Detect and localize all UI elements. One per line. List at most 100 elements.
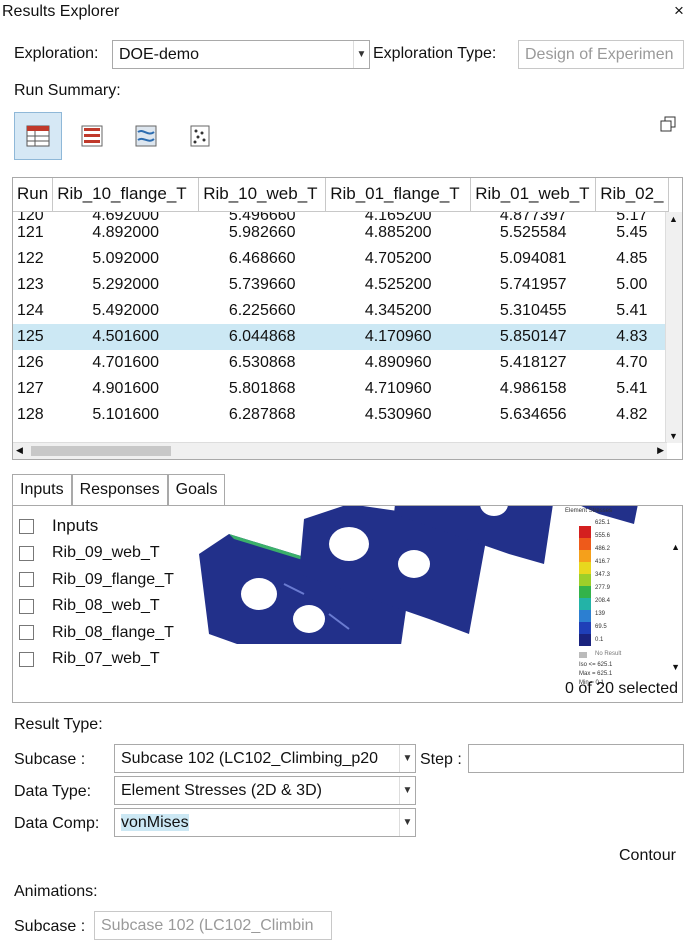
legend-swatch <box>579 598 591 610</box>
popout-button[interactable] <box>660 116 676 137</box>
table-cell: 4.82 <box>616 405 648 423</box>
table-cell: 4.986158 <box>499 379 567 397</box>
table-cell: 122 <box>17 249 44 267</box>
legend-swatch <box>579 550 591 562</box>
legend-value: 277.9 <box>595 585 611 591</box>
table-cell: 5.45 <box>616 223 648 241</box>
table-row[interactable]: 121 4.892000 5.982660 4.885200 5.525584 5.45 <box>13 220 668 246</box>
table-cell: 5.092000 <box>92 249 160 267</box>
inputs-header-row: Inputs <box>19 516 98 536</box>
table-cell: 5.850147 <box>470 323 596 350</box>
legend-value: 486.2 <box>595 546 611 552</box>
table-vertical-scrollbar[interactable]: ▲ ▼ <box>665 212 682 443</box>
subcase-select[interactable]: Subcase 102 (LC102_Climbing_p20 ▼ <box>114 744 416 773</box>
legend-value: 625.1 <box>595 520 611 526</box>
tab-goals[interactable]: Goals <box>167 474 226 506</box>
input-checkbox[interactable] <box>19 572 34 587</box>
table-cell: 128 <box>17 405 44 423</box>
table-cell: 5.00 <box>616 275 648 293</box>
column-header-rib10-web[interactable]: Rib_10_web_T <box>198 178 327 212</box>
legend-swatch <box>579 538 591 550</box>
input-checkbox[interactable] <box>19 625 34 640</box>
table-row[interactable]: 125 4.501600 6.044868 4.170960 5.850147 4.83 <box>13 323 669 350</box>
popout-icon <box>660 116 676 132</box>
legend-swatch <box>579 586 591 598</box>
table-row[interactable]: 123 5.292000 5.739660 4.525200 5.741957 5.00 <box>13 272 668 298</box>
chevron-down-icon: ▼ <box>399 809 415 836</box>
input-checkbox[interactable] <box>19 598 34 614</box>
table-cell: 5.101600 <box>92 405 160 423</box>
list-item[interactable]: Rib_07_web_T <box>19 650 160 668</box>
exploration-type-label: Exploration Type: <box>373 45 497 62</box>
table-cell: 5.525584 <box>499 223 567 241</box>
table-cell: 4.692000 <box>92 211 160 220</box>
subcase-value: Subcase 102 (LC102_Climbing_p20 <box>121 750 379 767</box>
table-cell: 5.801868 <box>228 379 296 397</box>
table-cell: 4.890960 <box>364 353 432 371</box>
table-cell: 5.310455 <box>499 301 567 319</box>
contour-button[interactable]: Contour <box>619 847 676 865</box>
legend-value: 347.3 <box>595 572 611 578</box>
table-horizontal-scrollbar[interactable]: ◀ ▶ <box>13 442 667 459</box>
legend-note-max: Max = 625.1 <box>579 671 613 677</box>
input-label: Rib_08_flange_T <box>52 623 174 641</box>
list-item[interactable]: Rib_09_web_T <box>19 544 160 562</box>
table-cell: 5.634656 <box>499 405 567 423</box>
table-cell: 4.710960 <box>364 379 432 397</box>
table-cell: 123 <box>17 275 44 293</box>
scroll-right-icon[interactable]: ▶ <box>657 445 664 456</box>
data-comp-label: Data Comp: <box>14 815 100 832</box>
scroll-thumb[interactable] <box>31 446 171 456</box>
input-checkbox[interactable] <box>19 545 34 561</box>
list-item[interactable]: Rib_08_flange_T <box>19 624 174 642</box>
scroll-left-icon[interactable]: ◀ <box>16 445 23 456</box>
input-checkbox[interactable] <box>19 651 34 667</box>
column-header-rib10-flange[interactable]: Rib_10_flange_T <box>52 178 200 212</box>
table-cell: 6.530868 <box>228 353 296 371</box>
inputs-scroll-down-icon[interactable]: ▼ <box>671 662 680 672</box>
scroll-up-icon[interactable]: ▲ <box>669 214 678 224</box>
scroll-down-icon[interactable]: ▼ <box>669 431 678 441</box>
column-header-run[interactable]: Run <box>13 178 54 212</box>
list-item[interactable]: Rib_08_web_T <box>19 597 160 615</box>
table-row[interactable]: 124 5.492000 6.225660 4.345200 5.310455 5.41 <box>13 298 668 324</box>
step-select[interactable] <box>468 744 684 773</box>
table-cell: 4.885200 <box>364 223 432 241</box>
animation-subcase-value: Subcase 102 (LC102_Climbin <box>101 917 314 934</box>
step-label: Step : <box>420 751 462 768</box>
table-cell: 4.530960 <box>364 405 432 423</box>
table-cell: 4.83 <box>595 323 669 350</box>
data-type-value: Element Stresses (2D & 3D) <box>121 782 322 799</box>
run-list-button[interactable] <box>68 112 116 160</box>
data-comp-select[interactable]: vonMises ▼ <box>114 808 416 837</box>
table-view-icon <box>26 125 50 147</box>
parallel-coords-icon <box>135 125 157 147</box>
legend-color-bar <box>579 526 591 646</box>
close-icon[interactable]: × <box>674 1 684 21</box>
table-row[interactable]: 126 4.701600 6.530868 4.890960 5.418127 4.70 <box>13 350 668 376</box>
input-label: Rib_08_web_T <box>52 597 160 614</box>
table-row[interactable]: 122 5.092000 6.468660 4.705200 5.094081 4.85 <box>13 246 668 272</box>
table-row[interactable]: 127 4.901600 5.801868 4.710960 4.986158 5.41 <box>13 376 668 402</box>
column-header-rib01-flange[interactable]: Rib_01_flange_T <box>325 178 472 212</box>
run-table[interactable]: Run Rib_10_flange_T Rib_10_web_T Rib_01_… <box>12 177 683 460</box>
inputs-scroll-up-icon[interactable]: ▲ <box>671 542 680 552</box>
list-item[interactable]: Rib_09_flange_T <box>19 571 174 589</box>
column-header-rib01-web[interactable]: Rib_01_web_T <box>470 178 597 212</box>
table-view-button[interactable] <box>14 112 62 160</box>
parallel-coords-button[interactable] <box>122 112 170 160</box>
table-row[interactable]: 120 4.692000 5.496660 4.165200 4.877397 5.17 <box>13 211 668 220</box>
scatter-matrix-button[interactable] <box>176 112 224 160</box>
exploration-select[interactable]: DOE-demo ▼ <box>112 40 370 69</box>
table-cell: 4.877397 <box>499 211 567 220</box>
select-all-checkbox[interactable] <box>19 518 34 534</box>
tab-inputs[interactable]: Inputs <box>12 474 72 506</box>
data-type-select[interactable]: Element Stresses (2D & 3D) ▼ <box>114 776 416 805</box>
table-cell: 4.901600 <box>92 379 160 397</box>
tab-responses[interactable]: Responses <box>71 474 168 506</box>
table-cell: 5.982660 <box>228 223 296 241</box>
column-header-rib02[interactable]: Rib_02_ <box>595 178 669 212</box>
data-type-label: Data Type: <box>14 783 92 800</box>
data-comp-value: vonMises <box>121 814 189 831</box>
table-row[interactable]: 128 5.101600 6.287868 4.530960 5.634656 4.82 <box>13 402 668 428</box>
